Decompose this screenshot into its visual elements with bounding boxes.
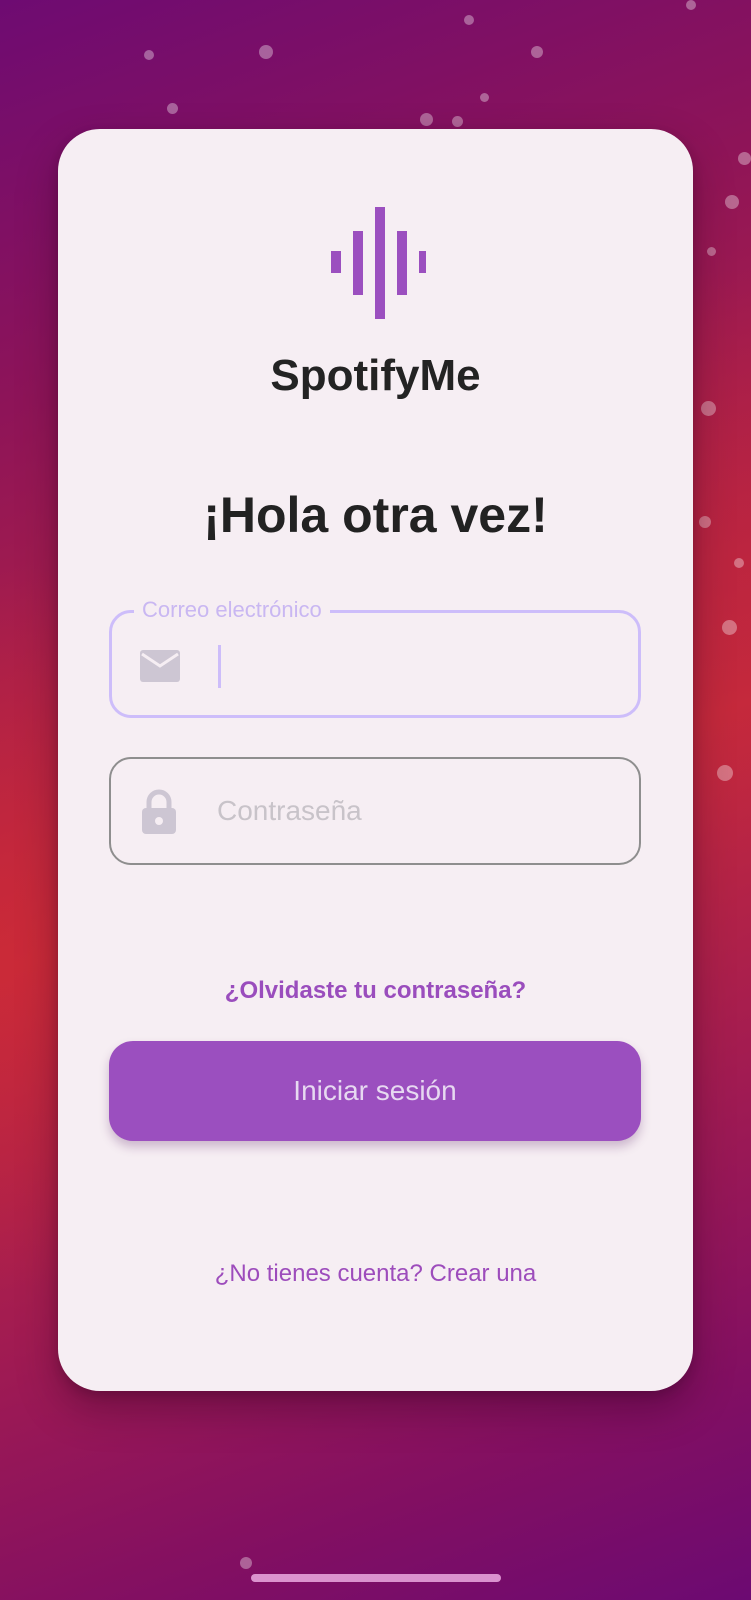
lock-icon [139, 789, 183, 834]
bubble [452, 116, 463, 127]
email-field[interactable]: Correo electrónico [109, 596, 641, 718]
soundwave-logo-icon [326, 207, 426, 319]
mail-icon [138, 646, 182, 686]
email-input[interactable] [218, 613, 618, 715]
bubble [144, 50, 154, 60]
bubble [734, 558, 744, 568]
home-indicator[interactable] [251, 1574, 501, 1582]
text-caret [218, 645, 221, 688]
bubble [480, 93, 489, 102]
bubble [420, 113, 433, 126]
login-button[interactable]: Iniciar sesión [109, 1041, 641, 1141]
forgot-password-link[interactable]: ¿Olvidaste tu contraseña? [58, 977, 693, 1005]
login-card: SpotifyMe ¡Hola otra vez! Correo electró… [58, 129, 693, 1391]
bubble [531, 46, 543, 58]
password-input[interactable] [217, 759, 617, 863]
bubble [240, 1557, 252, 1569]
bubble [725, 195, 739, 209]
bubble [722, 620, 737, 635]
bubble [167, 103, 178, 114]
bubble [738, 152, 751, 165]
bubble [707, 247, 716, 256]
greeting-title: ¡Hola otra vez! [203, 487, 548, 543]
bubble [464, 15, 474, 25]
bubble [717, 765, 733, 781]
password-field[interactable] [109, 757, 641, 865]
bubble [686, 0, 696, 10]
create-account-link[interactable]: ¿No tienes cuenta? Crear una [58, 1260, 693, 1288]
bubble [259, 45, 273, 59]
bubble [701, 401, 716, 416]
app-name: SpotifyMe [270, 351, 481, 400]
bubble [699, 516, 711, 528]
